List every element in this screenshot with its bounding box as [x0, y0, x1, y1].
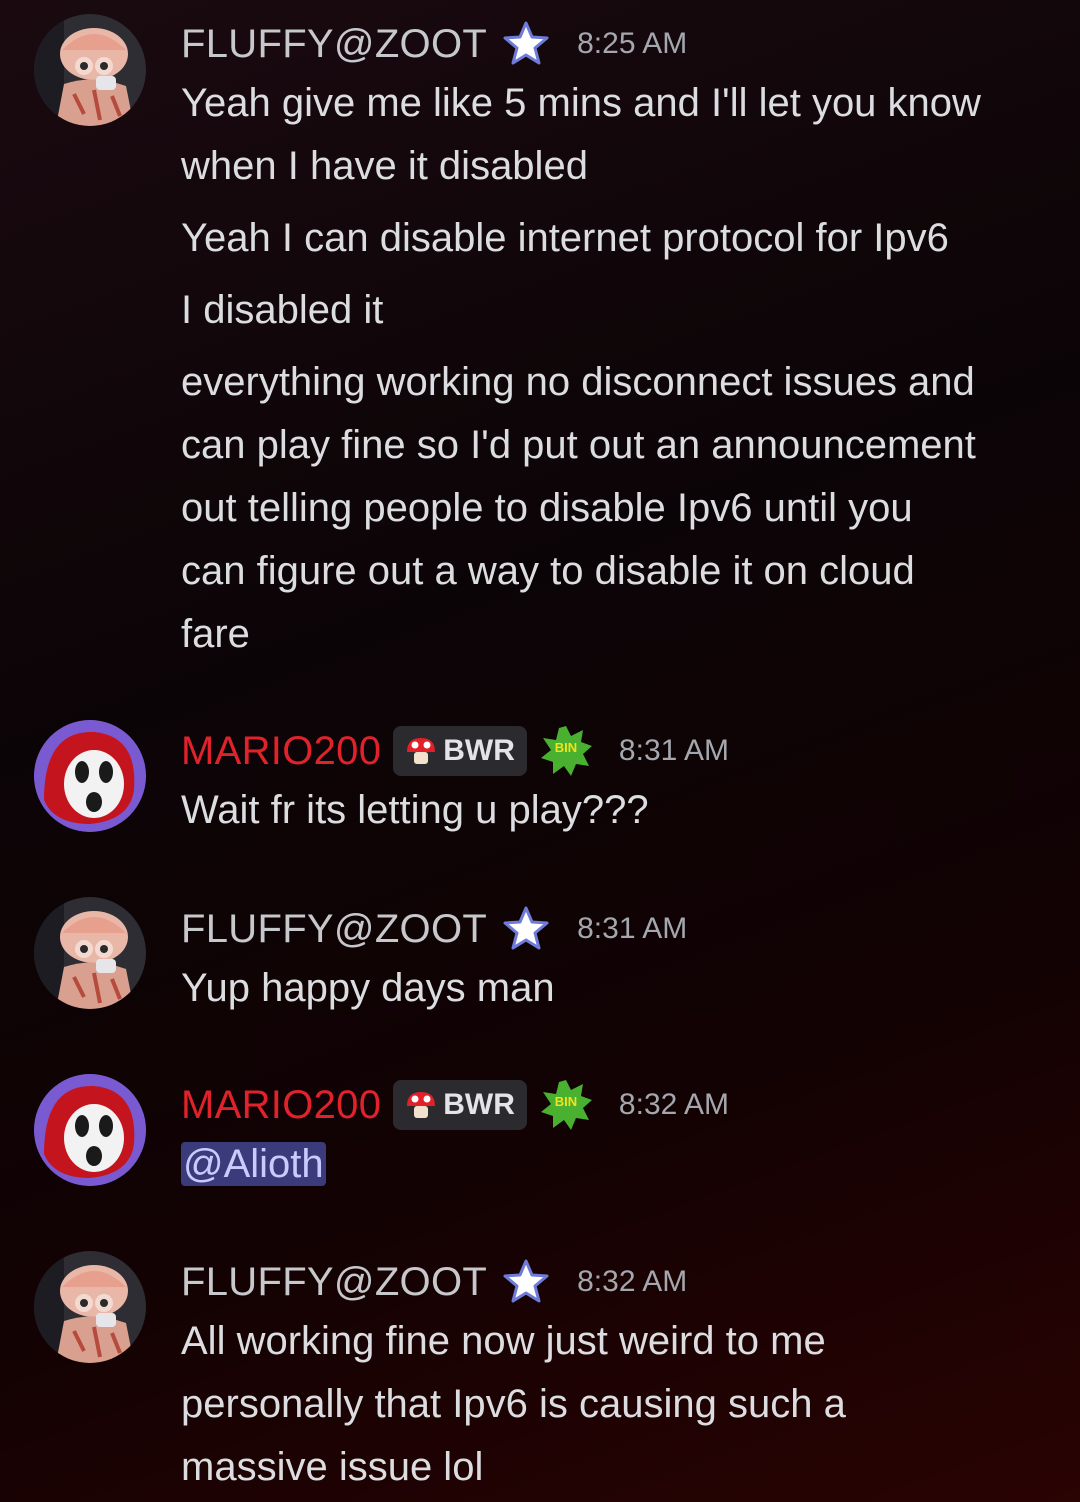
message-line: Wait fr its letting u play???: [181, 788, 649, 832]
role-tag[interactable]: BWR: [393, 1080, 527, 1130]
message-line: can figure out a way to disable it on cl…: [181, 549, 915, 593]
user-avatar-hat-icon: [34, 1251, 146, 1363]
star-badge-icon[interactable]: [501, 904, 551, 954]
message-line: everything working no disconnect issues …: [181, 360, 975, 404]
message-line: @Alioth: [181, 1133, 1061, 1196]
message-timestamp: 8:31 AM: [577, 912, 688, 945]
role-tag[interactable]: BWR: [393, 726, 527, 776]
user-avatar-shyguy-icon: [34, 1074, 146, 1186]
user-avatar[interactable]: [34, 720, 146, 832]
message-header: FLUFFY@ZOOT 8:25 AM: [181, 16, 687, 72]
message-paragraph: Yeah I can disable internet protocol for…: [181, 207, 1061, 270]
user-avatar[interactable]: [34, 897, 146, 1009]
message-line: can play fine so I'd put out an announce…: [181, 423, 976, 467]
svg-text:BIN: BIN: [555, 740, 577, 755]
message-content: Wait fr its letting u play???: [181, 779, 1061, 842]
author-name[interactable]: MARIO200: [181, 1083, 381, 1127]
message-line: I disabled it: [181, 288, 384, 332]
message-line: Yeah give me like 5 mins and I'll let yo…: [181, 81, 981, 125]
author-name[interactable]: FLUFFY@ZOOT: [181, 22, 487, 66]
user-avatar-shyguy-icon: [34, 720, 146, 832]
user-avatar-hat-icon: [34, 14, 146, 126]
message-timestamp: 8:31 AM: [618, 734, 729, 767]
user-avatar[interactable]: [34, 1074, 146, 1186]
message-line: Yup happy days man: [181, 966, 555, 1010]
message-paragraph: I disabled it: [181, 279, 1061, 342]
author-name[interactable]: FLUFFY@ZOOT: [181, 1260, 487, 1304]
message-header: MARIO200 BWR BIN 8:32 AM: [181, 1077, 729, 1133]
user-avatar-hat-icon: [34, 897, 146, 1009]
message-content: Yup happy days man: [181, 957, 1061, 1020]
message-paragraph: everything working no disconnect issues …: [181, 351, 1061, 666]
message-paragraph: Yeah give me like 5 mins and I'll let yo…: [181, 72, 1061, 198]
mushroom-icon: [407, 738, 436, 764]
message-line: massive issue lol: [181, 1445, 484, 1489]
role-tag-label: BWR: [443, 734, 515, 767]
message-content: Yeah give me like 5 mins and I'll let yo…: [181, 72, 1061, 675]
message-timestamp: 8:25 AM: [577, 27, 688, 60]
star-badge-icon[interactable]: [501, 19, 551, 69]
message-content: @Alioth: [181, 1133, 1061, 1196]
message-line: All working fine now just weird to me: [181, 1319, 826, 1363]
author-name[interactable]: MARIO200: [181, 729, 381, 773]
user-avatar[interactable]: [34, 1251, 146, 1363]
svg-text:BIN: BIN: [555, 1094, 577, 1109]
mushroom-icon: [407, 1092, 436, 1118]
bin-badge-icon[interactable]: BIN: [539, 1078, 593, 1132]
message-timestamp: 8:32 AM: [577, 1265, 688, 1298]
message-header: FLUFFY@ZOOT 8:31 AM: [181, 901, 687, 957]
message-line: fare: [181, 612, 250, 656]
message-timestamp: 8:32 AM: [618, 1088, 729, 1121]
author-name[interactable]: FLUFFY@ZOOT: [181, 907, 487, 951]
star-badge-icon[interactable]: [501, 1257, 551, 1307]
message-line: out telling people to disable Ipv6 until…: [181, 486, 913, 530]
role-tag-label: BWR: [443, 1088, 515, 1121]
bin-badge-icon[interactable]: BIN: [539, 724, 593, 778]
message-line: when I have it disabled: [181, 144, 588, 188]
user-avatar[interactable]: [34, 14, 146, 126]
message-header: MARIO200 BWR BIN 8:31 AM: [181, 723, 729, 779]
message-header: FLUFFY@ZOOT 8:32 AM: [181, 1254, 687, 1310]
message-line: personally that Ipv6 is causing such a: [181, 1382, 846, 1426]
message-line: Yeah I can disable internet protocol for…: [181, 216, 949, 260]
user-mention[interactable]: @Alioth: [181, 1142, 326, 1186]
message-content: All working fine now just weird to me pe…: [181, 1310, 1061, 1499]
